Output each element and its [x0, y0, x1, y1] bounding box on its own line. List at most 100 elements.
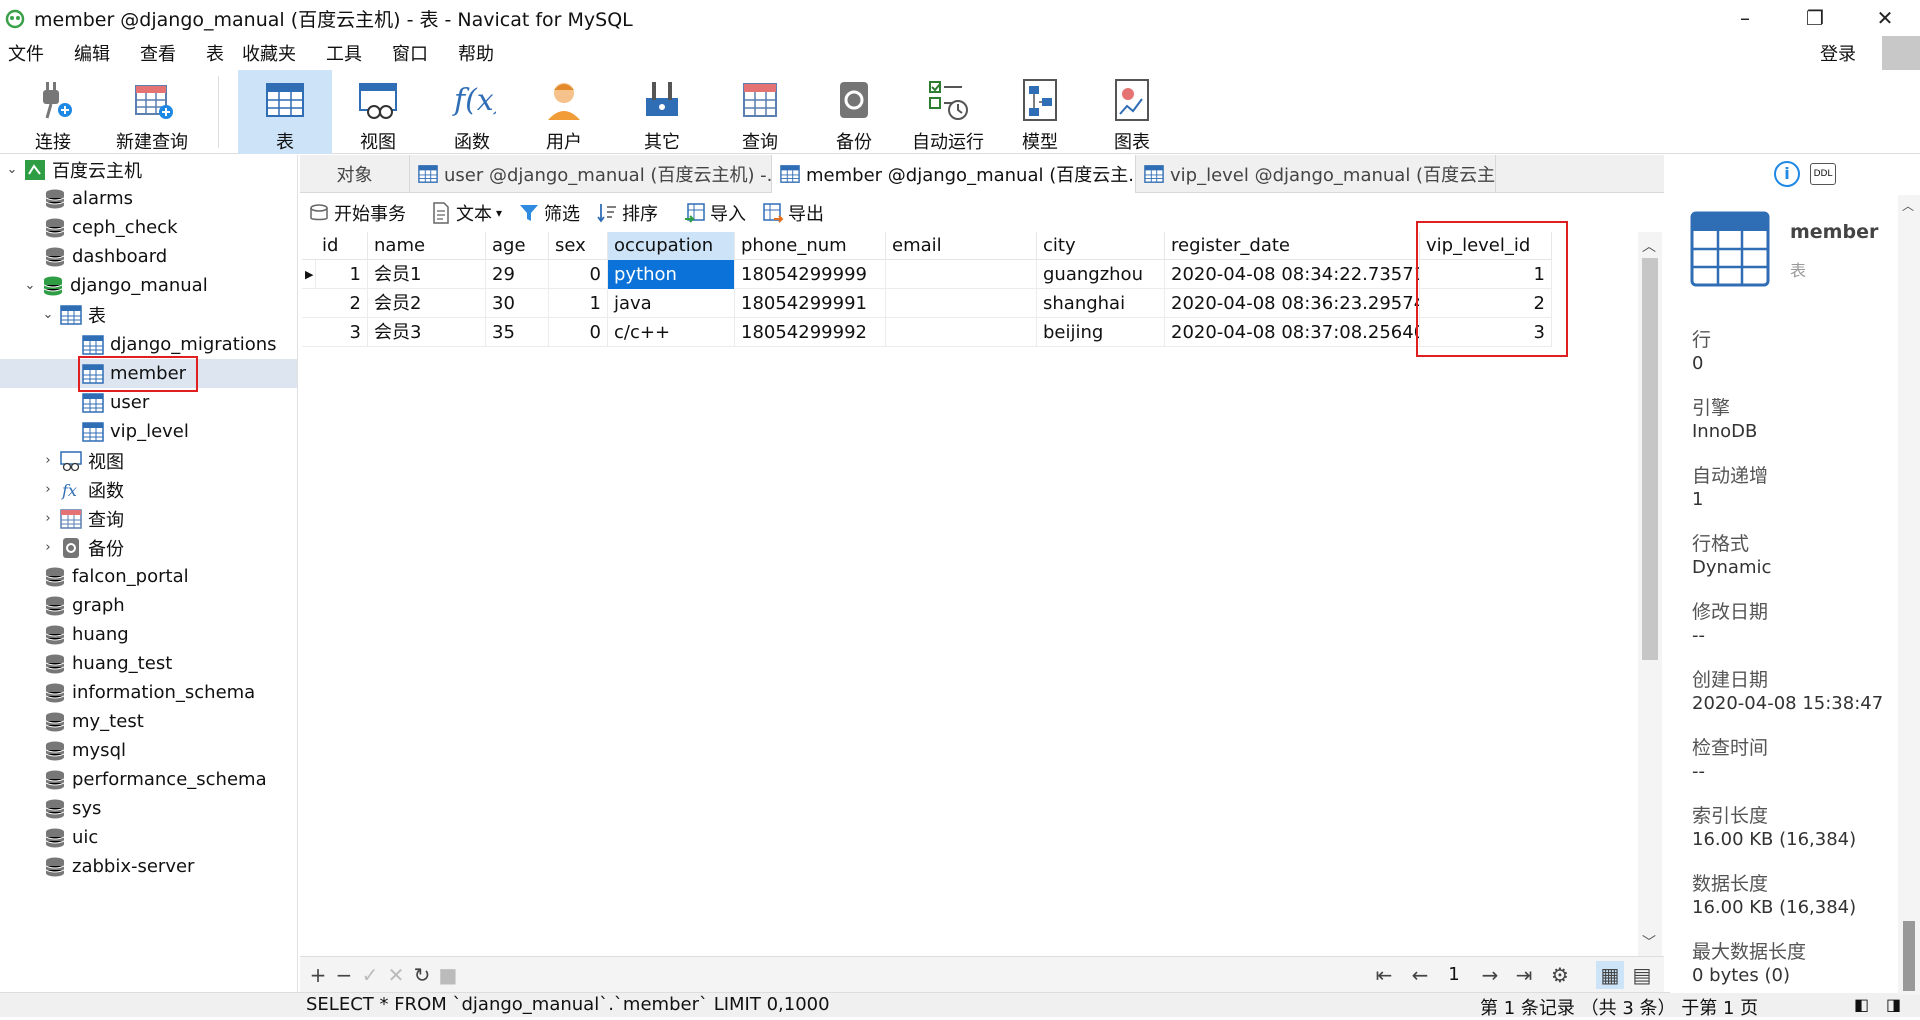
last-page-icon[interactable]: ⇥ — [1510, 961, 1538, 989]
tree-table-django-migrations[interactable]: django_migrations — [82, 330, 277, 359]
tab-objects[interactable]: 对象 — [300, 155, 410, 193]
tree-db-information-schema[interactable]: information_schema — [44, 678, 255, 707]
panel-layout-icon[interactable]: ◨ — [1886, 995, 1901, 1014]
grid-cell[interactable]: 2020-04-08 08:36:23.295742 — [1165, 289, 1420, 318]
grid-cell[interactable]: c/c++ — [608, 318, 735, 347]
tree-tables-group[interactable]: ⌄ 表 — [40, 300, 106, 329]
tree-db-my-test[interactable]: my_test — [44, 707, 144, 736]
chart-button[interactable]: 图表 — [1100, 70, 1164, 154]
menu-favorites[interactable]: 收藏夹 — [242, 40, 296, 66]
backup-button[interactable]: 备份 — [822, 70, 886, 154]
grid-cell[interactable]: 2020-04-08 08:37:08.256404 — [1165, 318, 1420, 347]
info-icon[interactable]: i — [1774, 161, 1800, 187]
panel-toggle-icon[interactable]: ◧ — [1854, 995, 1869, 1014]
grid-cell-selected[interactable]: python — [608, 260, 735, 289]
stop-icon[interactable]: ■ — [434, 961, 462, 989]
tree-views-group[interactable]: › 视图 — [40, 446, 124, 475]
scroll-thumb[interactable] — [1903, 921, 1915, 991]
avatar[interactable] — [1882, 36, 1920, 72]
column-header-id[interactable]: id — [316, 232, 368, 260]
login-link[interactable]: 登录 — [1820, 40, 1856, 66]
grid-cell[interactable]: 0 — [549, 318, 608, 347]
sort-button[interactable]: 排序 — [596, 200, 658, 226]
other-button[interactable]: 其它 — [630, 70, 694, 154]
tree-queries-group[interactable]: › 查询 — [40, 504, 124, 533]
column-header-phone-num[interactable]: phone_num — [735, 232, 886, 260]
query-button[interactable]: 查询 — [728, 70, 792, 154]
grid-cell[interactable]: beijing — [1037, 318, 1165, 347]
grid-cell[interactable]: 会员3 — [368, 318, 486, 347]
chevron-right-icon[interactable]: › — [40, 511, 56, 526]
grid-cell[interactable] — [886, 318, 1037, 347]
grid-cell[interactable]: guangzhou — [1037, 260, 1165, 289]
menu-edit[interactable]: 编辑 — [74, 40, 110, 66]
auto-run-button[interactable]: 自动运行 — [906, 70, 990, 154]
next-page-icon[interactable]: → — [1476, 961, 1504, 989]
tree-db-sys[interactable]: sys — [44, 794, 101, 823]
menu-view[interactable]: 查看 — [140, 40, 176, 66]
tree-db-performance-schema[interactable]: performance_schema — [44, 765, 267, 794]
table-row[interactable]: ▶ 1 会员1 29 0 python 18054299999 guangzho… — [302, 260, 1552, 289]
tree-db-mysql[interactable]: mysql — [44, 736, 126, 765]
grid-cell[interactable]: 30 — [486, 289, 549, 318]
grid-cell[interactable]: 1 — [549, 289, 608, 318]
new-query-button[interactable]: 新建查询 — [112, 70, 192, 154]
column-header-email[interactable]: email — [886, 232, 1037, 260]
tree-connection-node[interactable]: ⌄ 百度云主机 — [4, 155, 142, 184]
column-header-register-date[interactable]: register_date — [1165, 232, 1420, 260]
scroll-thumb[interactable] — [1642, 258, 1658, 660]
grid-cell[interactable]: 2020-04-08 08:34:22.735712 — [1165, 260, 1420, 289]
page-number[interactable]: 1 — [1440, 961, 1468, 989]
scroll-up-icon[interactable]: ︿ — [1902, 197, 1914, 214]
grid-cell[interactable] — [886, 260, 1037, 289]
menu-file[interactable]: 文件 — [8, 40, 44, 66]
connect-button[interactable]: 连接 — [22, 70, 84, 154]
tree-table-user[interactable]: user — [82, 388, 149, 417]
text-view-button[interactable]: 文本 ▾ — [430, 200, 502, 226]
delete-record-icon[interactable]: − — [330, 961, 358, 989]
filter-button[interactable]: 筛选 — [518, 200, 580, 226]
tree-db-alarms[interactable]: alarms — [44, 184, 133, 213]
user-button[interactable]: 用户 — [532, 70, 596, 154]
tab-member[interactable]: member @django_manual (百度云主... — [772, 155, 1136, 193]
grid-cell[interactable]: 18054299992 — [735, 318, 886, 347]
add-record-icon[interactable]: + — [304, 961, 332, 989]
view-button[interactable]: 视图 — [346, 70, 410, 154]
apply-icon[interactable]: ✓ — [356, 961, 384, 989]
export-button[interactable]: 导出 — [762, 200, 824, 226]
tree-db-ceph-check[interactable]: ceph_check — [44, 213, 178, 242]
grid-cell[interactable]: 29 — [486, 260, 549, 289]
close-button[interactable]: ✕ — [1850, 0, 1920, 36]
previous-page-icon[interactable]: ← — [1406, 961, 1434, 989]
tree-db-huang-test[interactable]: huang_test — [44, 649, 172, 678]
tree-backups-group[interactable]: › 备份 — [40, 533, 124, 562]
tree-db-falcon-portal[interactable]: falcon_portal — [44, 562, 189, 591]
tree-db-uic[interactable]: uic — [44, 823, 98, 852]
menu-tools[interactable]: 工具 — [326, 40, 362, 66]
refresh-icon[interactable]: ↻ — [408, 961, 436, 989]
first-page-icon[interactable]: ⇤ — [1370, 961, 1398, 989]
chevron-down-icon[interactable]: ⌄ — [40, 307, 56, 322]
begin-transaction-button[interactable]: 开始事务 — [308, 200, 406, 226]
grid-cell[interactable]: 0 — [549, 260, 608, 289]
chevron-down-icon[interactable]: ⌄ — [22, 278, 38, 293]
grid-cell[interactable]: 1 — [316, 260, 368, 289]
function-button[interactable]: f(x) 函数 — [440, 70, 504, 154]
form-view-icon[interactable]: ▤ — [1628, 961, 1656, 989]
grid-cell[interactable]: 18054299991 — [735, 289, 886, 318]
table-row[interactable]: 3 会员3 35 0 c/c++ 18054299992 beijing 202… — [302, 318, 1552, 347]
grid-cell[interactable]: 会员1 — [368, 260, 486, 289]
column-header-name[interactable]: name — [368, 232, 486, 260]
table-row[interactable]: 2 会员2 30 1 java 18054299991 shanghai 202… — [302, 289, 1552, 318]
chevron-right-icon[interactable]: › — [40, 482, 56, 497]
scroll-up-icon[interactable]: ︿ — [1642, 236, 1656, 256]
tab-vip-level[interactable]: vip_level @django_manual (百度云主... — [1136, 155, 1496, 193]
model-button[interactable]: 模型 — [1008, 70, 1072, 154]
gear-icon[interactable]: ⚙ — [1546, 961, 1574, 989]
tree-db-django-manual[interactable]: ⌄ django_manual — [22, 271, 208, 300]
grid-cell[interactable]: 35 — [486, 318, 549, 347]
grid-cell[interactable]: 18054299999 — [735, 260, 886, 289]
discard-icon[interactable]: ✕ — [382, 961, 410, 989]
column-header-age[interactable]: age — [486, 232, 549, 260]
column-header-city[interactable]: city — [1037, 232, 1165, 260]
